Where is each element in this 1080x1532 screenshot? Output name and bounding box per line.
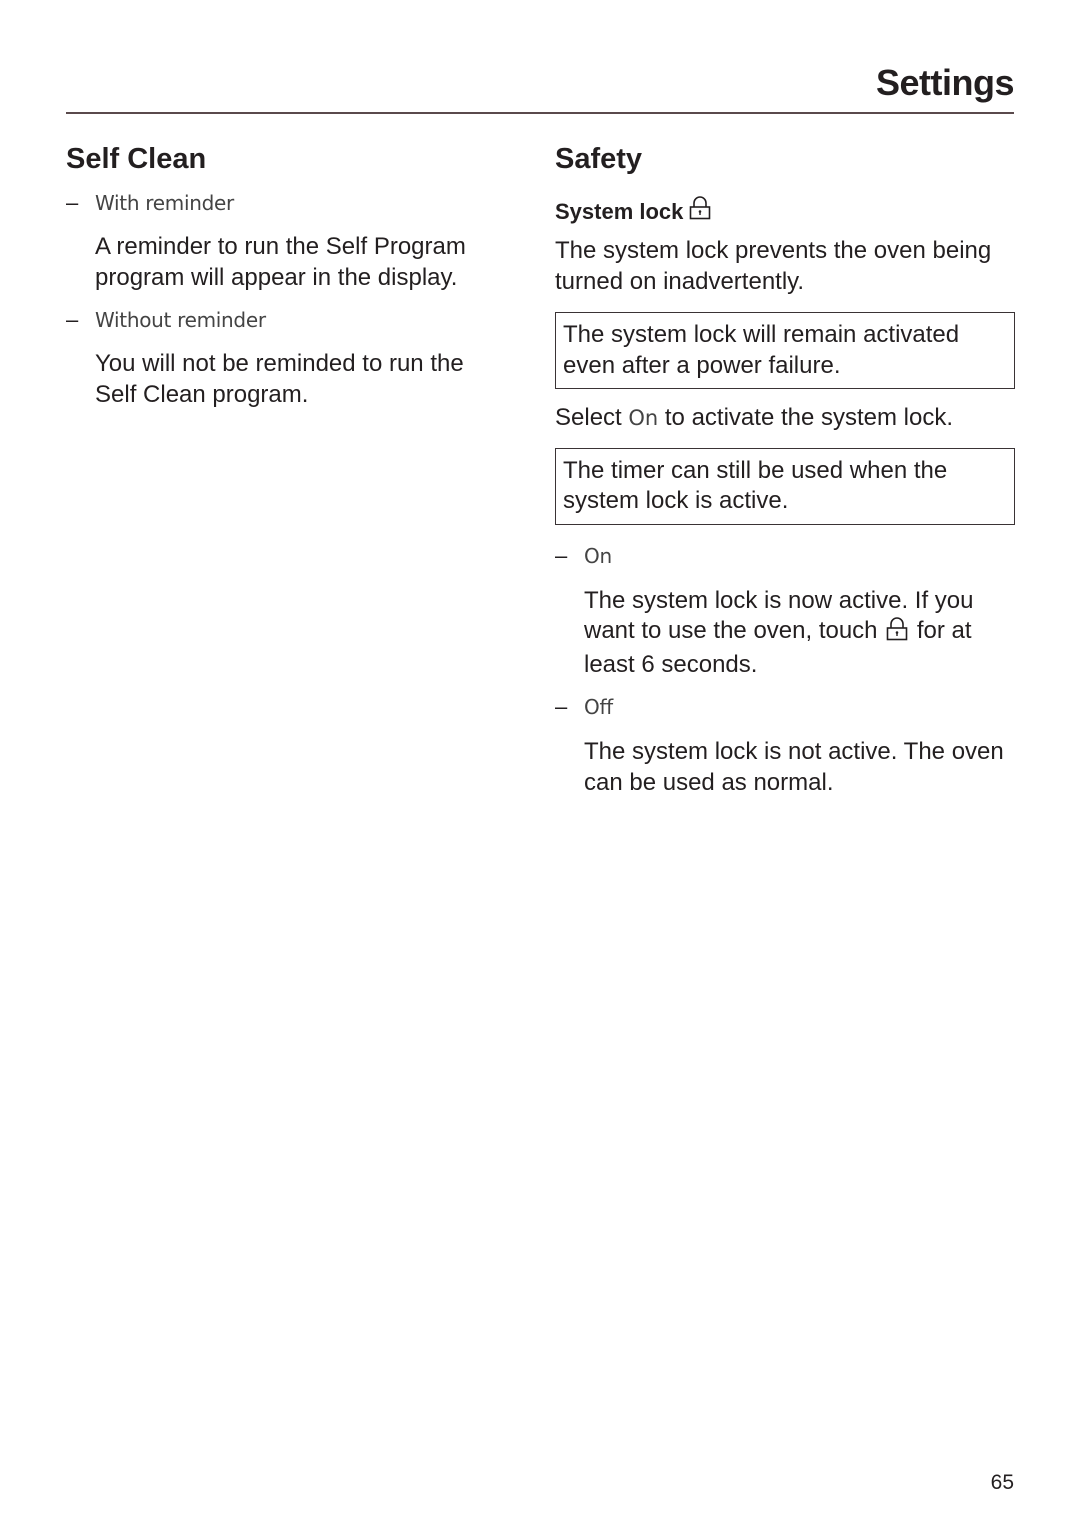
option-label: With reminder	[95, 191, 234, 215]
option-description: The system lock is not active. The oven …	[584, 738, 1004, 796]
note-box-timer: The timer can still be used when the sys…	[555, 447, 1015, 525]
system-lock-subheading: System lock	[555, 196, 1015, 228]
self-clean-heading: Self Clean	[66, 143, 207, 175]
safety-heading: Safety	[555, 143, 643, 175]
option-without-reminder: – Without reminder	[66, 305, 506, 335]
option-off: – Off	[555, 692, 1015, 722]
lock-icon	[886, 617, 908, 650]
safety-section: Safety System lock The system lock preve…	[555, 140, 1015, 798]
self-clean-section: Self Clean – With reminder A reminder to…	[66, 140, 506, 410]
option-with-reminder: – With reminder	[66, 188, 506, 218]
option-label: Off	[584, 695, 613, 719]
select-suffix: to activate the system lock.	[664, 404, 954, 431]
option-label: On	[584, 543, 612, 568]
page-title: Settings	[875, 62, 1015, 103]
select-prefix: Select	[555, 404, 622, 431]
dash-bullet: –	[555, 542, 568, 568]
page-number: 65	[990, 1471, 1014, 1494]
dash-bullet: –	[555, 694, 568, 719]
header-rule	[66, 112, 1014, 114]
dash-bullet: –	[66, 190, 79, 215]
option-description: A reminder to run the Self Program progr…	[95, 233, 466, 291]
option-on: – On	[555, 541, 1015, 571]
system-lock-label: System lock	[555, 199, 684, 224]
system-lock-intro: The system lock prevents the oven being …	[555, 237, 992, 295]
select-option: On	[628, 406, 659, 430]
option-label: Without reminder	[95, 308, 266, 332]
note-box-power-failure: The system lock will remain activated ev…	[555, 312, 1015, 389]
select-instruction: Select On to activate the system lock.	[555, 403, 1015, 434]
lock-icon	[689, 196, 711, 228]
option-on-text-part1: The system lock is now active. If you wa…	[584, 586, 974, 645]
dash-bullet: –	[66, 307, 79, 332]
option-description: You will not be reminded to run the Self…	[95, 350, 464, 408]
option-description: The system lock is now active. If you wa…	[584, 586, 1015, 681]
